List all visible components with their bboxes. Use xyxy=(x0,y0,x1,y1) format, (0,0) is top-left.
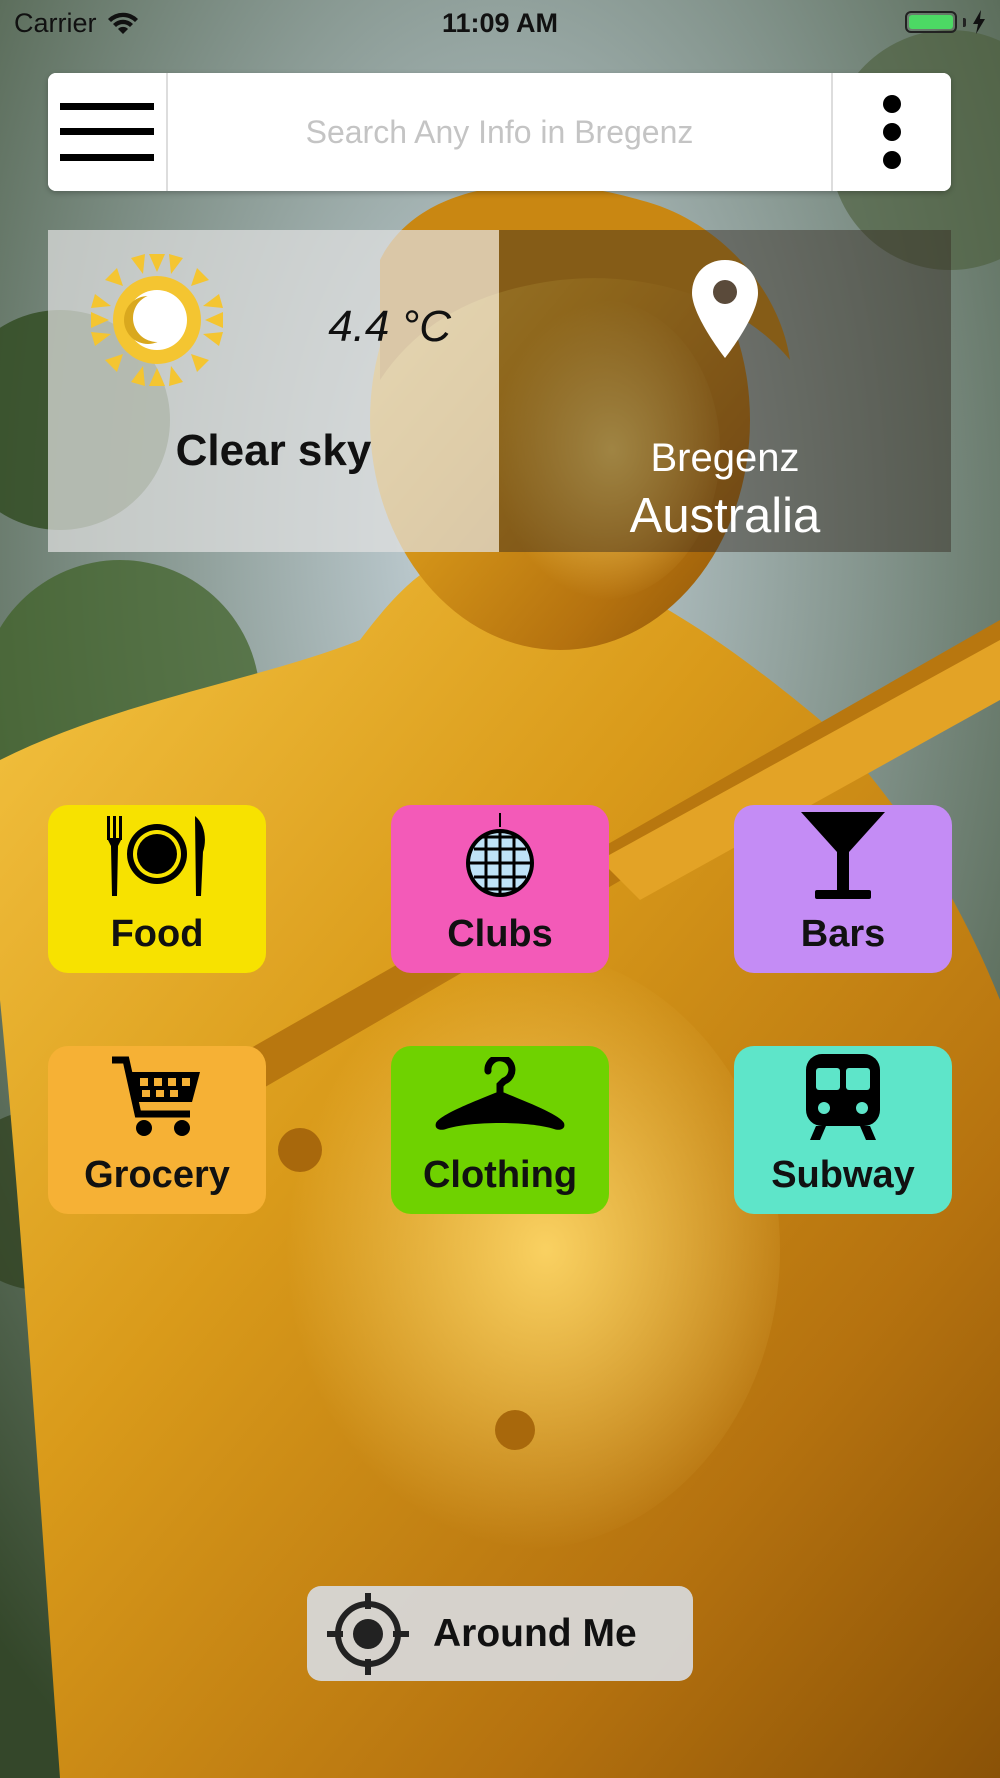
shopping-cart-icon xyxy=(112,1056,200,1136)
battery-level xyxy=(909,15,953,29)
status-bar: Carrier 11:09 AM xyxy=(0,0,1000,48)
more-vertical-icon xyxy=(883,95,901,169)
status-time: 11:09 AM xyxy=(441,8,559,38)
clear-night-sun-icon xyxy=(91,254,223,386)
disco-ball-icon xyxy=(466,813,534,897)
app-screen: Carrier 11:09 AM Search Any Info in Breg… xyxy=(0,0,1000,1778)
category-grocery-button[interactable]: Grocery xyxy=(48,1046,266,1214)
category-bars-label: Bars xyxy=(800,913,886,955)
weather-panel[interactable]: 4.4 °C Clear sky xyxy=(48,230,499,552)
category-clothing-label: Clothing xyxy=(422,1154,578,1196)
battery-indicator xyxy=(905,10,986,34)
battery-tip xyxy=(963,17,966,27)
cocktail-icon xyxy=(801,812,885,899)
around-me-label: Around Me xyxy=(433,1611,637,1655)
charging-bolt-icon xyxy=(973,10,985,34)
search-bar xyxy=(48,73,951,191)
more-options-button[interactable] xyxy=(831,73,951,191)
hanger-icon xyxy=(435,1057,565,1130)
category-clothing-button[interactable]: Clothing xyxy=(391,1046,609,1214)
crosshair-icon xyxy=(327,1592,409,1675)
category-subway-button[interactable]: Subway xyxy=(734,1046,952,1214)
temperature-value: 4.4 °C xyxy=(328,302,451,351)
train-icon xyxy=(806,1054,880,1140)
category-food-label: Food xyxy=(110,913,204,955)
category-clubs-label: Clubs xyxy=(447,913,553,955)
category-food-button[interactable]: Food xyxy=(48,805,266,973)
category-subway-label: Subway xyxy=(771,1154,915,1196)
menu-button[interactable] xyxy=(48,73,168,191)
search-input[interactable] xyxy=(168,73,831,191)
category-clubs-button[interactable]: Clubs xyxy=(391,805,609,973)
weather-condition: Clear sky xyxy=(175,426,372,475)
map-pin-icon xyxy=(692,260,758,358)
around-me-button[interactable]: Around Me xyxy=(307,1586,693,1681)
location-city: Bregenz xyxy=(650,436,800,480)
location-panel[interactable]: Bregenz Australia xyxy=(499,230,951,552)
battery-icon xyxy=(905,11,957,33)
location-country: Australia xyxy=(629,489,821,543)
category-grocery-label: Grocery xyxy=(84,1154,230,1196)
category-bars-button[interactable]: Bars xyxy=(734,805,952,973)
food-icon xyxy=(107,816,205,896)
hamburger-icon xyxy=(60,103,154,161)
